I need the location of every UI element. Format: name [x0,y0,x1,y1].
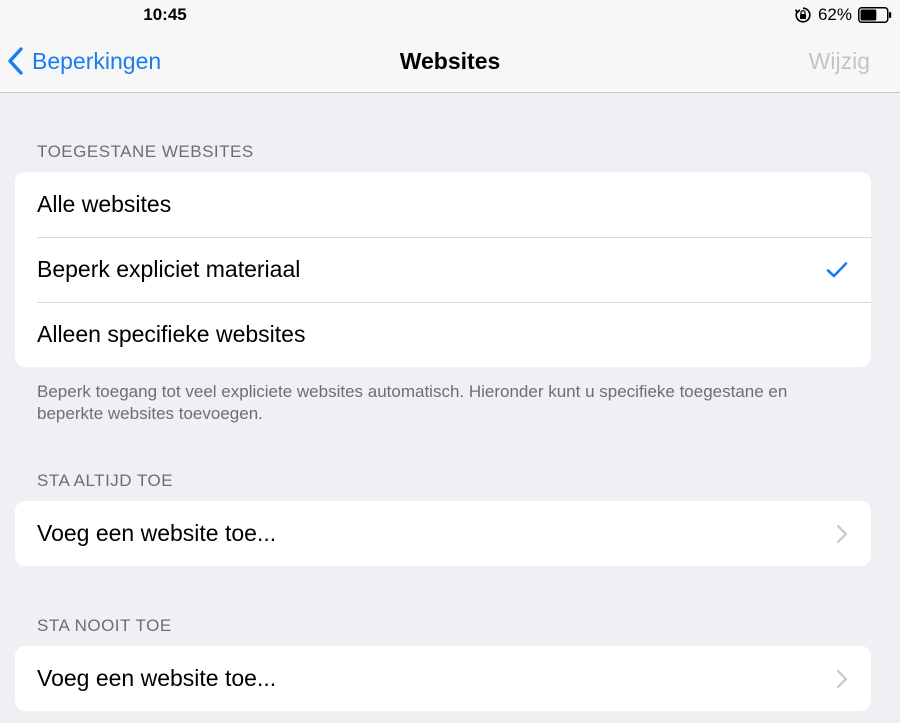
back-button[interactable]: Beperkingen [4,30,161,92]
option-label: Beperk expliciet materiaal [37,256,301,282]
navigation-bar: Beperkingen Websites Wijzig [0,30,900,93]
option-all-websites[interactable]: Alle websites [15,172,871,237]
option-limit-adult-content[interactable]: Beperk expliciet materiaal [15,237,871,302]
status-time: 10:45 [143,5,187,24]
never-allow-group: Voeg een website toe... [15,646,871,711]
battery-percent: 62% [817,5,852,24]
chevron-right-icon [836,524,848,543]
section-header-always-allow: STA ALTIJD TOE [37,471,174,490]
add-never-allowed-website-button[interactable]: Voeg een website toe... [15,646,871,711]
checkmark-icon [826,261,848,277]
add-always-allowed-website-button[interactable]: Voeg een website toe... [15,501,871,566]
add-website-label: Voeg een website toe... [37,665,277,691]
section-header-never-allow: STA NOOIT TOE [37,616,172,635]
add-website-label: Voeg een website toe... [37,520,277,546]
edit-button[interactable]: Wijzig [809,30,870,92]
option-specific-websites-only[interactable]: Alleen specifieke websites [15,302,871,367]
chevron-right-icon [836,669,848,688]
chevron-left-icon [8,47,23,75]
section-footer-allowed: Beperk toegang tot veel expliciete websi… [37,382,788,423]
always-allow-group: Voeg een website toe... [15,501,871,566]
status-right: 62% [794,4,892,26]
status-bar: 10:45 62% [0,0,900,30]
section-header-allowed: TOEGESTANE WEBSITES [37,142,254,161]
back-button-label: Beperkingen [32,47,162,74]
option-label: Alleen specifieke websites [37,321,306,347]
allowed-websites-group: Alle websites Beperk expliciet materiaal… [15,172,871,367]
orientation-lock-icon [794,7,811,23]
battery-icon [858,7,892,23]
option-label: Alle websites [37,191,172,217]
